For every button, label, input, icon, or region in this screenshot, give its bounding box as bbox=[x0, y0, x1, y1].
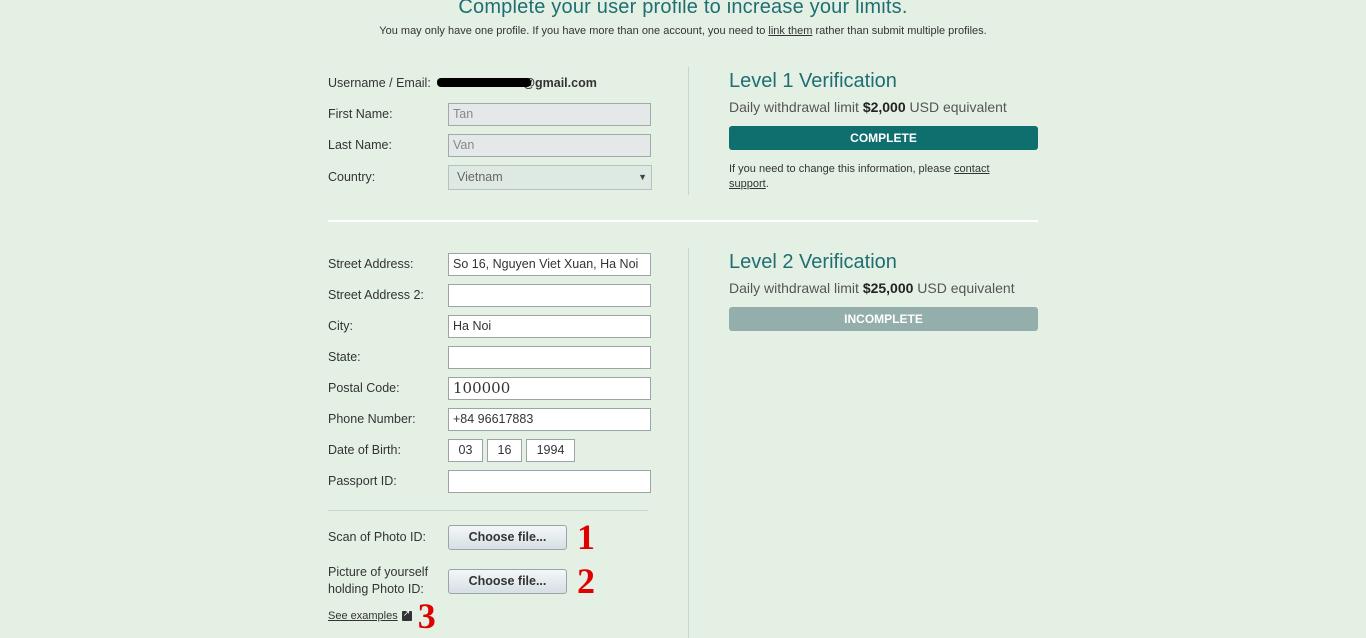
state-label: State: bbox=[328, 350, 361, 364]
first-name-row: First Name: Tan bbox=[328, 102, 651, 126]
country-select-value: Vietnam bbox=[457, 169, 503, 184]
link-them-link[interactable]: link them bbox=[768, 25, 812, 37]
passport-row: Passport ID: bbox=[328, 469, 651, 493]
street-label: Street Address: bbox=[328, 257, 414, 271]
passport-label: Passport ID: bbox=[328, 474, 397, 488]
level2-limit-amount: $25,000 bbox=[862, 280, 914, 296]
username-value: @gmail.com bbox=[436, 76, 597, 90]
see-examples: See examples 3 bbox=[328, 598, 436, 634]
annotation-marker-3: 3 bbox=[417, 596, 436, 636]
picture-label: Picture of yourself holding Photo ID: bbox=[328, 564, 448, 598]
picture-holding-id-choose-file-button[interactable]: Choose file... bbox=[448, 568, 567, 594]
scan-photo-id-choose-file-button[interactable]: Choose file... bbox=[448, 524, 567, 550]
level1-note: If you need to change this information, … bbox=[729, 162, 1029, 192]
first-name-field: Tan bbox=[448, 102, 651, 126]
see-examples-link[interactable]: See examples bbox=[328, 610, 398, 622]
level2-limit-post: USD equivalent bbox=[913, 280, 1015, 296]
upload-divider bbox=[328, 510, 648, 511]
section-divider bbox=[328, 220, 1038, 222]
annotation-marker-1: 1 bbox=[577, 517, 595, 557]
country-label: Country: bbox=[328, 170, 376, 184]
state-row: State: bbox=[328, 345, 651, 369]
street2-row: Street Address 2: bbox=[328, 283, 651, 307]
subtitle-text-post: rather than submit multiple profiles. bbox=[812, 25, 987, 37]
dob-day-input[interactable]: 16 bbox=[487, 438, 522, 462]
phone-number-input[interactable]: +84 96617883 bbox=[448, 407, 651, 431]
redaction-mark bbox=[436, 78, 531, 87]
level1-limit: Daily withdrawal limit $2,000 USD equiva… bbox=[729, 99, 1007, 115]
scan-label: Scan of Photo ID: bbox=[328, 530, 426, 544]
username-row: Username / Email: @gmail.com bbox=[328, 71, 597, 95]
annotation-marker-2: 2 bbox=[577, 561, 595, 601]
city-row: City: Ha Noi bbox=[328, 314, 651, 338]
level1-limit-amount: $2,000 bbox=[862, 99, 906, 115]
street2-label: Street Address 2: bbox=[328, 288, 424, 302]
level1-note-post: . bbox=[765, 178, 769, 190]
picture-row: Picture of yourself holding Photo ID: Ch… bbox=[328, 563, 595, 599]
street-address-2-input[interactable] bbox=[448, 283, 651, 307]
phone-label: Phone Number: bbox=[328, 412, 416, 426]
level2-limit-pre: Daily withdrawal limit bbox=[729, 280, 863, 296]
external-link-icon[interactable] bbox=[401, 608, 412, 621]
subtitle-text-pre: You may only have one profile. If you ha… bbox=[379, 25, 769, 37]
postal-label: Postal Code: bbox=[328, 381, 400, 395]
page-title: Complete your user profile to increase y… bbox=[458, 0, 908, 18]
last-name-field: Van bbox=[448, 133, 651, 157]
first-name-label: First Name: bbox=[328, 107, 393, 121]
level1-status-button[interactable]: COMPLETE bbox=[729, 126, 1038, 150]
column-divider-bottom bbox=[688, 248, 689, 638]
postal-code-input[interactable]: 100000 bbox=[448, 376, 651, 400]
city-input[interactable]: Ha Noi bbox=[448, 314, 651, 338]
picture-label-line-1: Picture of yourself bbox=[328, 565, 429, 579]
username-label: Username / Email: bbox=[328, 76, 431, 90]
level2-title: Level 2 Verification bbox=[729, 251, 897, 273]
dob-year-input[interactable]: 1994 bbox=[526, 438, 575, 462]
level2-limit: Daily withdrawal limit $25,000 USD equiv… bbox=[729, 280, 1015, 296]
street-address-input[interactable]: So 16, Nguyen Viet Xuan, Ha Noi bbox=[448, 252, 651, 276]
street-row: Street Address: So 16, Nguyen Viet Xuan,… bbox=[328, 252, 651, 276]
chevron-down-icon: ▼ bbox=[638, 171, 647, 182]
last-name-row: Last Name: Van bbox=[328, 133, 651, 157]
passport-id-input[interactable] bbox=[448, 469, 651, 493]
scan-row: Scan of Photo ID: Choose file... 1 bbox=[328, 517, 595, 557]
level1-note-pre: If you need to change this information, … bbox=[729, 163, 955, 175]
username-domain: @gmail.com bbox=[522, 76, 597, 90]
level1-limit-post: USD equivalent bbox=[905, 99, 1007, 115]
page-subtitle: You may only have one profile. If you ha… bbox=[0, 25, 1366, 37]
column-divider-top bbox=[688, 67, 689, 195]
profile-page: Complete your user profile to increase y… bbox=[0, 0, 1366, 638]
level1-limit-pre: Daily withdrawal limit bbox=[729, 99, 863, 115]
level2-status-button[interactable]: INCOMPLETE bbox=[729, 307, 1038, 331]
picture-label-line-2: holding Photo ID: bbox=[328, 582, 424, 596]
state-input[interactable] bbox=[448, 345, 651, 369]
country-select[interactable]: Vietnam ▼ bbox=[448, 164, 652, 190]
dob-label: Date of Birth: bbox=[328, 443, 401, 457]
phone-row: Phone Number: +84 96617883 bbox=[328, 407, 651, 431]
dob-row: Date of Birth: 03 16 1994 bbox=[328, 438, 579, 462]
city-label: City: bbox=[328, 319, 353, 333]
dob-month-input[interactable]: 03 bbox=[448, 438, 483, 462]
level1-title: Level 1 Verification bbox=[729, 70, 897, 92]
country-row: Country: Vietnam ▼ bbox=[328, 164, 652, 190]
last-name-label: Last Name: bbox=[328, 138, 392, 152]
postal-row: Postal Code: 100000 bbox=[328, 376, 651, 400]
